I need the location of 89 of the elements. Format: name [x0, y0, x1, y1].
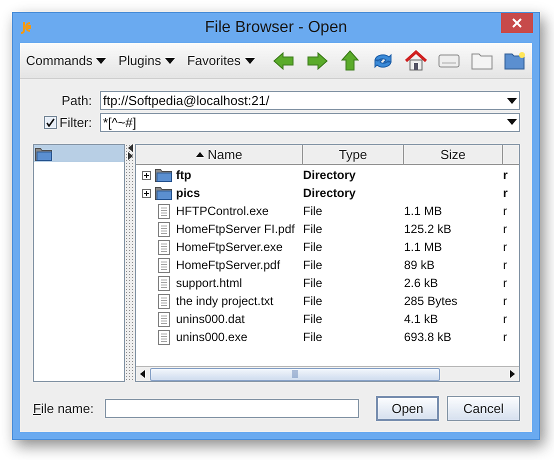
type-cell: Directory — [303, 168, 356, 182]
caret-icon — [96, 58, 106, 64]
dropdown-caret-icon — [507, 98, 517, 104]
drive-icon[interactable] — [438, 52, 460, 68]
menu-button[interactable]: Favorites — [187, 50, 255, 70]
file-name-cell[interactable]: HomeFtpServer.pdf — [176, 256, 280, 274]
column-header[interactable]: Type — [303, 145, 404, 164]
size-cell: 1.1 MB — [404, 204, 442, 218]
type-cell: File — [303, 330, 322, 344]
file-name-cell[interactable]: pics — [176, 184, 200, 202]
file-icon — [158, 204, 170, 218]
filter-checkbox[interactable] — [44, 116, 56, 129]
file-name-cell[interactable]: HFTPControl.exe — [176, 202, 269, 220]
file-name-cell[interactable]: HomeFtpServer.exe — [176, 238, 283, 256]
permissions-cell: r — [503, 312, 507, 326]
dialog-button[interactable]: Cancel — [447, 396, 520, 421]
file-icon — [158, 222, 170, 236]
folder-icon — [35, 146, 52, 160]
dropdown-caret-icon — [507, 119, 517, 126]
permissions-cell: r — [503, 330, 507, 344]
menu-button[interactable]: Commands — [26, 50, 106, 70]
permissions-cell: r — [503, 204, 507, 218]
size-cell: 89 kB — [404, 258, 435, 272]
type-cell: File — [303, 294, 322, 308]
folder-icon — [155, 186, 172, 200]
window-title: File Browser - Open — [204, 18, 348, 38]
file-name-cell[interactable]: unins000.exe — [176, 328, 248, 346]
collapse-left-icon[interactable] — [128, 144, 132, 152]
path-label: Path: — [60, 92, 92, 110]
size-cell: 2.6 kB — [404, 276, 438, 290]
dialog-button[interactable]: Open — [376, 396, 439, 421]
permissions-cell: r — [503, 186, 508, 200]
expand-icon[interactable] — [142, 170, 151, 180]
file-name-cell[interactable]: support.html — [176, 274, 242, 292]
file-icon — [158, 276, 170, 290]
back-arrow-icon[interactable] — [272, 50, 295, 70]
caret-icon — [244, 58, 255, 64]
permissions-cell: r — [503, 168, 508, 182]
size-cell: 693.8 kB — [404, 330, 452, 344]
file-name-cell[interactable]: ftp — [176, 166, 192, 184]
column-header[interactable]: Size — [404, 145, 503, 164]
permissions-cell: r — [503, 258, 507, 272]
type-cell: File — [303, 204, 322, 218]
type-cell: File — [303, 222, 322, 236]
horizontal-scrollbar[interactable] — [136, 366, 519, 381]
filter-value: *[^~#] — [103, 114, 138, 132]
file-name-cell[interactable]: HomeFtpServer FI.pdf — [176, 220, 295, 238]
expand-icon[interactable] — [142, 188, 151, 198]
filter-label: Filter: — [60, 114, 92, 132]
permissions-cell: r — [503, 276, 507, 290]
forward-arrow-icon[interactable] — [306, 50, 328, 70]
size-cell: 285 Bytes — [404, 294, 458, 308]
close-button[interactable] — [501, 13, 533, 33]
permissions-cell: r — [503, 222, 507, 236]
type-cell: File — [303, 312, 322, 326]
file-name-cell[interactable]: the indy project.txt — [176, 292, 274, 310]
up-arrow-icon[interactable] — [340, 50, 360, 72]
close-icon — [512, 18, 522, 28]
file-icon — [158, 330, 170, 344]
file-name-cell[interactable]: unins000.dat — [176, 310, 245, 328]
file-icon — [158, 294, 170, 308]
type-cell: File — [303, 240, 322, 254]
file-icon — [158, 240, 170, 254]
file-icon — [158, 258, 170, 272]
menu-button[interactable]: Plugins — [118, 50, 176, 70]
permissions-cell: r — [503, 240, 507, 254]
size-cell: 125.2 kB — [404, 222, 452, 236]
path-value: ftp://Softpedia@localhost:21/ — [103, 92, 270, 110]
size-cell: 4.1 kB — [404, 312, 438, 326]
filter-combo[interactable]: *[^~#] — [100, 112, 520, 132]
column-header[interactable]: Name — [136, 145, 303, 164]
file-name-label: File name: — [33, 400, 95, 418]
caret-icon — [165, 58, 176, 64]
home-icon[interactable] — [404, 50, 427, 71]
sort-ascending-icon — [196, 152, 204, 157]
file-name-input[interactable] — [105, 399, 359, 418]
type-cell: File — [303, 258, 322, 272]
type-cell: Directory — [303, 186, 356, 200]
permissions-cell: r — [503, 294, 507, 308]
path-combo[interactable]: ftp://Softpedia@localhost:21/ — [100, 91, 520, 110]
size-cell: 1.1 MB — [404, 240, 442, 254]
expand-right-icon[interactable] — [128, 152, 132, 160]
tree-item[interactable] — [34, 145, 124, 162]
scroll-grip-icon — [292, 370, 298, 378]
folder-icon[interactable] — [470, 52, 493, 70]
new-folder-icon[interactable] — [504, 51, 526, 70]
file-icon — [158, 312, 170, 326]
folder-icon — [155, 168, 172, 182]
type-cell: File — [303, 276, 322, 290]
